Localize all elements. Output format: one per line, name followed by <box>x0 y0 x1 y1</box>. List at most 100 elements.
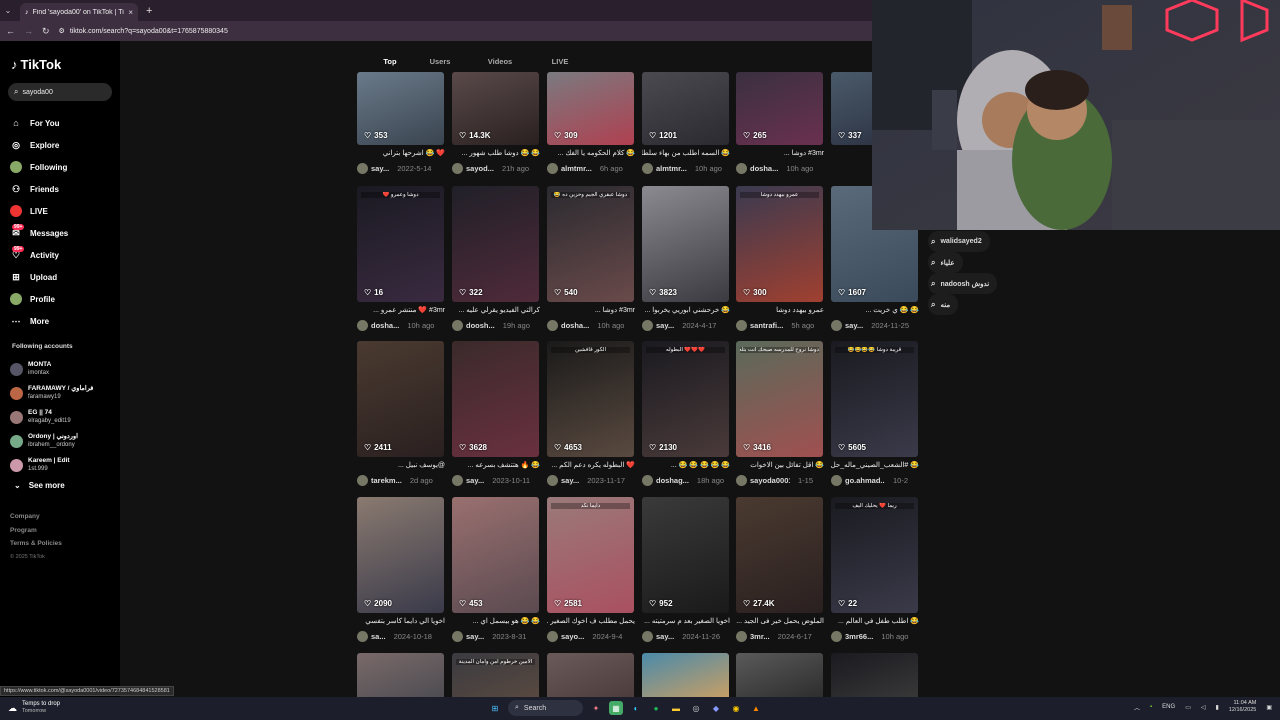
video-thumbnail[interactable]: ♡ 265 <box>736 72 823 145</box>
video-caption[interactable]: 😂 🔥 هتتشف بسرعه ... <box>452 461 540 469</box>
volume-icon[interactable]: ◁ <box>1201 704 1206 711</box>
video-thumbnail[interactable]: عمرو بيهدد دوشا ♡ 300 <box>736 186 823 302</box>
search-suggestion[interactable]: ⌕ walidsayed2 <box>928 231 990 252</box>
video-caption[interactable]: اخويا الي دايما كاسر بتفسي <box>357 617 445 625</box>
video-author[interactable]: say... <box>466 476 484 485</box>
avatar[interactable] <box>452 475 463 486</box>
following-account[interactable]: FARAMAWY / فراماوي faramawy19 <box>10 381 118 405</box>
video-caption[interactable]: 😂 اطلب طفل في العالم ... <box>831 617 919 625</box>
video-thumbnail[interactable]: ♡ 309 <box>547 72 634 145</box>
language-indicator[interactable]: ENG <box>1162 704 1175 710</box>
video-thumbnail[interactable] <box>831 653 918 697</box>
video-author[interactable]: dosha... <box>561 321 589 330</box>
video-author[interactable]: say... <box>371 164 389 173</box>
video-caption[interactable]: 😂 اقل تفائل بين الاخوات <box>736 461 824 469</box>
nav-item-following[interactable]: Following <box>10 156 115 178</box>
tab-list-icon[interactable]: ⌄ <box>0 6 16 15</box>
browser-tab[interactable]: ♪ Find 'sayoda00' on TikTok | TikTok × <box>20 3 138 21</box>
video-author[interactable]: 3mr66... <box>845 632 873 641</box>
video-thumbnail[interactable]: ♡ 1201 <box>642 72 729 145</box>
file-explorer-icon[interactable]: ▬ <box>669 701 683 715</box>
video-thumbnail[interactable]: الأمين خرطوم امن وامان المدينة <box>452 653 539 697</box>
video-thumbnail[interactable]: ♡ 2411 <box>357 341 444 457</box>
video-thumbnail[interactable]: دايما نكد ♡ 2581 <box>547 497 634 613</box>
video-caption[interactable]: 😂 😂 هو بيسمل اي ... <box>452 617 540 625</box>
avatar[interactable] <box>357 163 368 174</box>
avatar[interactable] <box>452 320 463 331</box>
video-thumbnail[interactable]: دوشا نروح للمدرسه صبحك انت بتلعب مع الجي… <box>736 341 823 457</box>
nav-item-explore[interactable]: ◎ Explore <box>10 134 115 156</box>
video-caption[interactable]: اخويا الصغير بعد م سرمتيته ... <box>642 617 730 625</box>
video-thumbnail[interactable]: قريبة دوشا 😂😂😂😂 ♡ 5605 <box>831 341 918 457</box>
avatar[interactable] <box>642 475 653 486</box>
avatar[interactable] <box>831 320 842 331</box>
nav-item-friends[interactable]: ⚇ Friends <box>10 178 115 200</box>
taskbar-search[interactable]: ⌕ Search <box>508 700 583 716</box>
video-caption[interactable]: ❤️ 😂 اشرحها بتراني <box>357 149 445 157</box>
chrome-icon[interactable]: ◉ <box>729 701 743 715</box>
footer-link-program[interactable]: Program <box>10 527 62 541</box>
wifi-icon[interactable]: ▭ <box>1185 704 1191 711</box>
see-more-button[interactable]: ⌄ See more <box>14 481 65 490</box>
tiktok-logo[interactable]: ♪ TikTok <box>11 57 61 72</box>
video-thumbnail[interactable] <box>547 653 634 697</box>
avatar[interactable] <box>547 631 558 642</box>
video-author[interactable]: 3mr... <box>750 632 770 641</box>
video-author[interactable]: say... <box>466 632 484 641</box>
back-icon[interactable]: ← <box>6 26 15 36</box>
tab-users[interactable]: Users <box>410 57 470 66</box>
close-tab-icon[interactable]: × <box>128 8 133 17</box>
obs-icon[interactable]: ◎ <box>689 701 703 715</box>
avatar[interactable] <box>642 163 653 174</box>
copilot-icon[interactable]: ✦ <box>589 701 603 715</box>
following-account[interactable]: MONTA imontax <box>10 357 118 381</box>
video-caption[interactable]: #3mr دوشا ... <box>736 149 824 157</box>
nvidia-icon[interactable]: ▪ <box>1150 704 1152 710</box>
video-author[interactable]: doosh... <box>466 321 495 330</box>
video-caption[interactable]: يحمل مطلب ف اخوك الصغير ... <box>547 617 635 625</box>
nav-item-upload[interactable]: ⊞ Upload <box>10 266 115 288</box>
weather-widget[interactable]: ☁ Temps to drop Tomorrow <box>8 701 60 715</box>
video-caption[interactable]: @يوسف نبيل ... <box>357 461 445 469</box>
nav-item-live[interactable]: LIVE <box>10 200 115 222</box>
video-caption[interactable]: 😂 😂 دوشا طلب شهور ... <box>452 149 540 157</box>
search-suggestion[interactable]: ⌕ منه <box>928 294 959 315</box>
video-thumbnail[interactable]: ❤️❤️❤️ البطوله ♡ 2130 <box>642 341 729 457</box>
avatar[interactable] <box>642 631 653 642</box>
windows-start-icon[interactable]: ⊞ <box>488 701 502 715</box>
video-thumbnail[interactable]: ♡ 3823 <box>642 186 729 302</box>
video-author[interactable]: say... <box>656 632 674 641</box>
avatar[interactable] <box>736 475 747 486</box>
avatar[interactable] <box>357 631 368 642</box>
tab-top[interactable]: Top <box>370 57 410 66</box>
avatar[interactable] <box>452 631 463 642</box>
nav-item-more[interactable]: ⋯ More <box>10 310 115 332</box>
search-suggestion[interactable]: ⌕ علياء <box>928 252 963 273</box>
video-author[interactable]: say... <box>656 321 674 330</box>
site-info-icon[interactable]: ⚙ <box>59 27 65 35</box>
avatar[interactable] <box>831 475 842 486</box>
nav-item-activity[interactable]: ♡ 99+ Activity <box>10 244 115 266</box>
video-author[interactable]: say... <box>845 321 863 330</box>
video-author[interactable]: sayoda0001 <box>750 476 790 485</box>
avatar[interactable] <box>357 320 368 331</box>
video-caption[interactable]: عمرو بيهدد دوشا <box>736 306 824 314</box>
search-input[interactable]: ⌕ sayoda00 <box>8 83 112 101</box>
edge-icon[interactable]: ◐ <box>629 701 643 715</box>
following-account[interactable]: Kareem | Edit 1st.999 <box>10 453 118 477</box>
nav-item-profile[interactable]: Profile <box>10 288 115 310</box>
tray-chevron-icon[interactable]: ︿ <box>1134 703 1140 712</box>
new-tab-button[interactable]: + <box>146 5 152 17</box>
video-author[interactable]: go.ahmad... <box>845 476 885 485</box>
video-thumbnail[interactable]: ♡ 2090 <box>357 497 444 613</box>
video-caption[interactable]: 😂 #الشعب_الصيني_ماله_حل <box>831 461 919 469</box>
avatar[interactable] <box>736 163 747 174</box>
video-author[interactable]: doshag... <box>656 476 689 485</box>
video-thumbnail[interactable] <box>357 653 444 697</box>
video-caption[interactable]: كرالتي الفيديو يقرلي عليه ... <box>452 306 540 314</box>
video-author[interactable]: dosha... <box>750 164 778 173</box>
vlc-icon[interactable]: ▲ <box>749 701 763 715</box>
video-author[interactable]: sa... <box>371 632 386 641</box>
avatar[interactable] <box>736 320 747 331</box>
video-author[interactable]: sayo... <box>561 632 584 641</box>
